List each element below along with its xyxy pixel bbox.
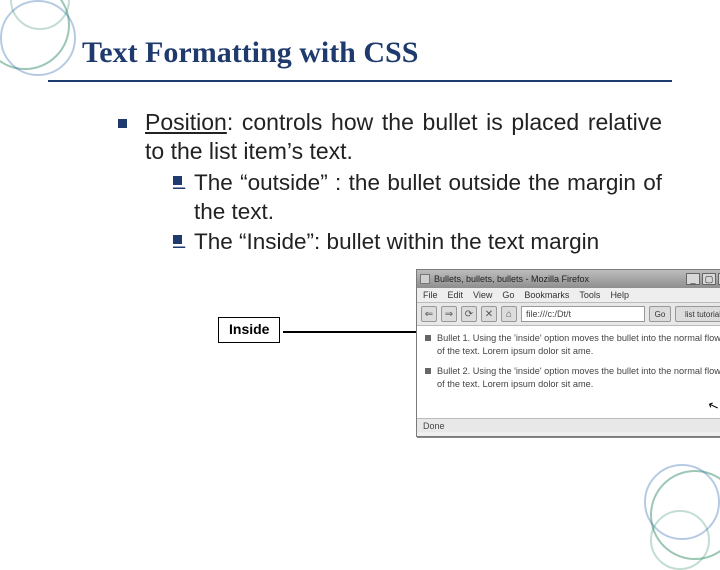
bookmark-button[interactable]: list tutorial — [675, 306, 720, 322]
reload-button[interactable]: ⟳ — [461, 306, 477, 322]
inside-label-box: Inside — [218, 317, 280, 343]
browser-statusbar: Done — [417, 418, 720, 432]
browser-menubar: File Edit View Go Bookmarks Tools Help — [417, 288, 720, 303]
list-level2-item: – The “outside” : the bullet outside the… — [173, 169, 662, 227]
menu-view[interactable]: View — [473, 290, 492, 300]
menu-tools[interactable]: Tools — [579, 290, 600, 300]
list-level2-text: The “Inside”: bullet within the text mar… — [194, 228, 662, 257]
underlined-term: Position — [145, 109, 227, 135]
menu-edit[interactable]: Edit — [448, 290, 464, 300]
go-button[interactable]: Go — [649, 306, 671, 322]
browser-window: Bullets, bullets, bullets - Mozilla Fire… — [416, 269, 720, 437]
browser-title-text: Bullets, bullets, bullets - Mozilla Fire… — [434, 274, 589, 284]
pointer-line — [283, 331, 417, 333]
list-level2-text: The “outside” : the bullet outside the m… — [194, 169, 662, 227]
dash-bullet-icon: – — [173, 235, 182, 244]
slide-content: Position: controls how the bullet is pla… — [48, 108, 672, 439]
cursor-icon: ↖ — [706, 397, 720, 416]
back-button[interactable]: ⇐ — [421, 306, 437, 322]
menu-file[interactable]: File — [423, 290, 438, 300]
dash-bullet-icon: – — [173, 176, 182, 185]
browser-viewport: Bullet 1. Using the 'inside' option move… — [417, 326, 720, 418]
rendered-list-item: Bullet 1. Using the 'inside' option move… — [425, 332, 720, 357]
home-button[interactable]: ⌂ — [501, 306, 517, 322]
list-level1-text: Position: controls how the bullet is pla… — [145, 108, 662, 257]
figure-row: Inside Bullets, bullets, bullets - Mozil… — [118, 269, 662, 439]
stop-button[interactable]: ✕ — [481, 306, 497, 322]
minimize-button[interactable]: _ — [686, 273, 700, 285]
maximize-button[interactable]: ▢ — [702, 273, 716, 285]
window-controls: _ ▢ ✕ — [686, 273, 720, 285]
rendered-list-text: Bullet 1. Using the 'inside' option move… — [437, 332, 720, 357]
browser-titlebar: Bullets, bullets, bullets - Mozilla Fire… — [417, 270, 720, 288]
menu-help[interactable]: Help — [610, 290, 629, 300]
slide-title: Text Formatting with CSS — [48, 30, 672, 82]
square-bullet-icon — [118, 119, 127, 128]
list-level2-item: – The “Inside”: bullet within the text m… — [173, 228, 662, 257]
slide: Text Formatting with CSS Position: contr… — [0, 0, 720, 540]
rendered-list-text: Bullet 2. Using the 'inside' option move… — [437, 365, 720, 390]
rendered-list-item: Bullet 2. Using the 'inside' option move… — [425, 365, 720, 390]
app-icon — [420, 274, 430, 284]
forward-button[interactable]: ⇒ — [441, 306, 457, 322]
menu-bookmarks[interactable]: Bookmarks — [524, 290, 569, 300]
list-level1-item: Position: controls how the bullet is pla… — [118, 108, 662, 257]
menu-go[interactable]: Go — [502, 290, 514, 300]
list-square-icon — [425, 368, 431, 374]
status-text: Done — [423, 421, 445, 431]
browser-toolbar: ⇐ ⇒ ⟳ ✕ ⌂ file:///c:/Dt/t Go list tutori… — [417, 303, 720, 326]
address-bar[interactable]: file:///c:/Dt/t — [521, 306, 645, 322]
list-square-icon — [425, 335, 431, 341]
